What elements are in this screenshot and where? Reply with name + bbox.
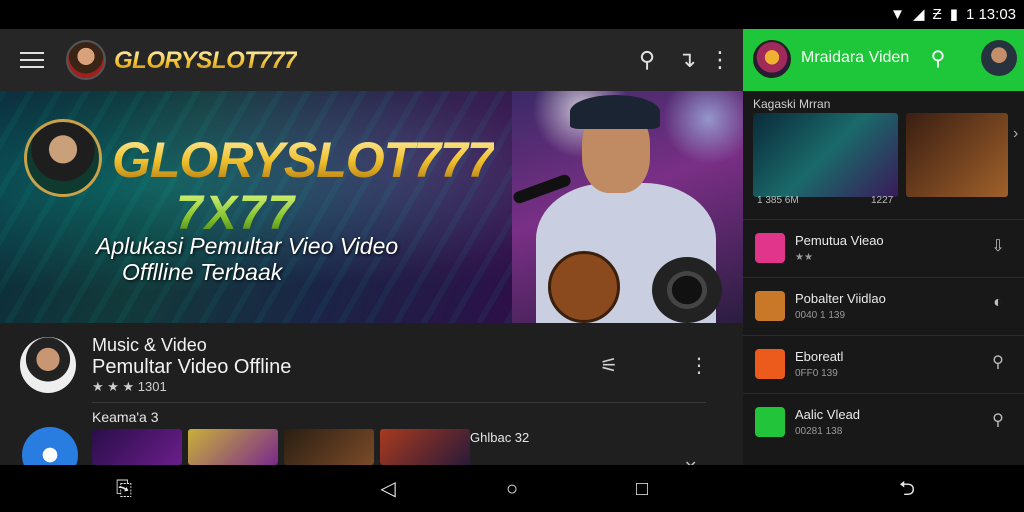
avatar[interactable] [981, 40, 1017, 76]
app-bar: GLORYSLOT777 ⚲ ↴ ⋮ [0, 29, 743, 91]
overview-icon[interactable]: □ [628, 475, 656, 503]
menu-icon[interactable] [18, 47, 46, 73]
list-item[interactable]: Pobalter Viidlao 0040 1 139 ◐ [743, 277, 1024, 335]
guitar [548, 251, 620, 323]
toggle-icon[interactable]: ◐ [987, 294, 1009, 316]
side-list: Pemutua Vieao ★★ ⇩ Pobalter Viidlao 0040… [743, 219, 1024, 451]
more-vert-icon[interactable]: ⋮ [707, 47, 733, 73]
status-clock: 1 13:03 [965, 5, 1016, 23]
wave-icon [755, 291, 785, 321]
banner-avatar [24, 119, 102, 197]
share-alt-icon[interactable]: ⚟ [596, 353, 622, 379]
side-thumb-meta-right: 1227 [871, 195, 894, 206]
status-bar: ▼ ◢ Ƶ ▮ 1 13:03 [0, 0, 1024, 29]
share-icon[interactable]: ↴ [674, 47, 700, 73]
app-info-row[interactable]: Music & Video Pemultar Video Offline ★ ★… [0, 323, 743, 403]
video-thumbnail[interactable] [380, 429, 470, 465]
section-title: Keama'a 3 [92, 409, 159, 425]
speaker [652, 257, 722, 323]
side-video-thumbnail[interactable] [906, 113, 1008, 197]
main-panel: GLORYSLOT777 ⚲ ↴ ⋮ GLORYSLOT777 7X77 Apl… [0, 29, 743, 465]
chat-icon [755, 407, 785, 437]
video-thumbnail[interactable] [284, 429, 374, 465]
search-icon[interactable]: ⚲ [634, 47, 660, 73]
side-video-thumbnail[interactable] [753, 113, 898, 197]
app-category: Music & Video [92, 335, 207, 355]
rotate-icon[interactable]: ⮌ [893, 475, 921, 503]
banner-tagline-line1: Aplukasi Pemultar Vieo Video [96, 233, 399, 259]
side-section-title: Kagaski Mrran [753, 97, 831, 111]
status-icons: ▼ ◢ Ƶ ▮ 1 13:03 [890, 4, 1016, 24]
side-thumb-meta-left: 1 385 6M [757, 195, 799, 206]
side-title: Mraidara Viden [801, 49, 910, 66]
signal-icon: ◢ [912, 6, 925, 23]
list-item[interactable]: Pemutua Vieao ★★ ⇩ [743, 219, 1024, 277]
app-avatar [20, 337, 76, 393]
banner-tagline-line2: Offlline Terbaak [122, 259, 283, 285]
list-item-sub: 0FF0 139 [795, 368, 838, 379]
search-icon[interactable]: ⚲ [987, 410, 1009, 432]
app-rating: ★ ★ ★ 1301 [92, 379, 167, 394]
list-item-title: Pobalter Viidlao [795, 291, 886, 306]
wifi-icon: ▼ [890, 5, 905, 23]
search-icon[interactable]: ⚲ [987, 352, 1009, 374]
list-item-title: Pemutua Vieao [795, 233, 884, 248]
search-icon[interactable]: ⚲ [925, 46, 951, 72]
app-logo-text: GLORYSLOT777 [114, 47, 297, 74]
side-panel: Mraidara Viden ⚲ Kagaski Mrran 1 385 6M … [743, 29, 1024, 465]
close-icon[interactable]: ✕ [684, 457, 697, 465]
list-item-sub: 00281 138 [795, 426, 843, 437]
recents-alt-icon[interactable]: ⎘ [110, 475, 138, 503]
banner-title: GLORYSLOT777 [112, 132, 495, 188]
logo-avatar [66, 40, 106, 80]
play-icon [755, 233, 785, 263]
list-item-title: Aalic Vlead [795, 407, 861, 422]
list-item-sub: 0040 1 139 [795, 310, 846, 321]
home-icon[interactable]: ○ [498, 475, 526, 503]
play-icon [755, 349, 785, 379]
banner-singer-photo [511, 91, 743, 323]
list-item-title: Eboreatl [795, 349, 844, 364]
battery-icon: ▮ [949, 6, 958, 23]
side-header: Mraidara Viden ⚲ [743, 29, 1024, 91]
list-item[interactable]: Eboreatl 0FF0 139 ⚲ [743, 335, 1024, 393]
list-item[interactable]: Aalic Vlead 00281 138 ⚲ [743, 393, 1024, 451]
send-icon[interactable] [22, 427, 78, 465]
side-logo [753, 40, 791, 78]
chevron-right-icon[interactable]: › [1013, 125, 1018, 143]
download-icon[interactable]: ⇩ [987, 236, 1009, 258]
promo-banner[interactable]: GLORYSLOT777 7X77 Aplukasi Pemultar Vieo… [0, 91, 743, 323]
video-thumbnail[interactable] [188, 429, 278, 465]
list-item-sub: ★★ [795, 252, 813, 263]
sim-icon: Ƶ [932, 5, 942, 23]
more-vert-icon[interactable]: ⋮ [686, 353, 712, 379]
back-icon[interactable]: ◁ [374, 475, 402, 503]
singer-cap [570, 95, 660, 129]
video-thumbnail[interactable] [92, 429, 182, 465]
thumbnail-caption: Ghlbac 32 [470, 430, 530, 445]
divider [92, 402, 706, 403]
app-name: Pemultar Video Offline [92, 356, 292, 378]
nav-bar: ⎘ ◁ ○ □ ⮌ [0, 465, 1024, 512]
